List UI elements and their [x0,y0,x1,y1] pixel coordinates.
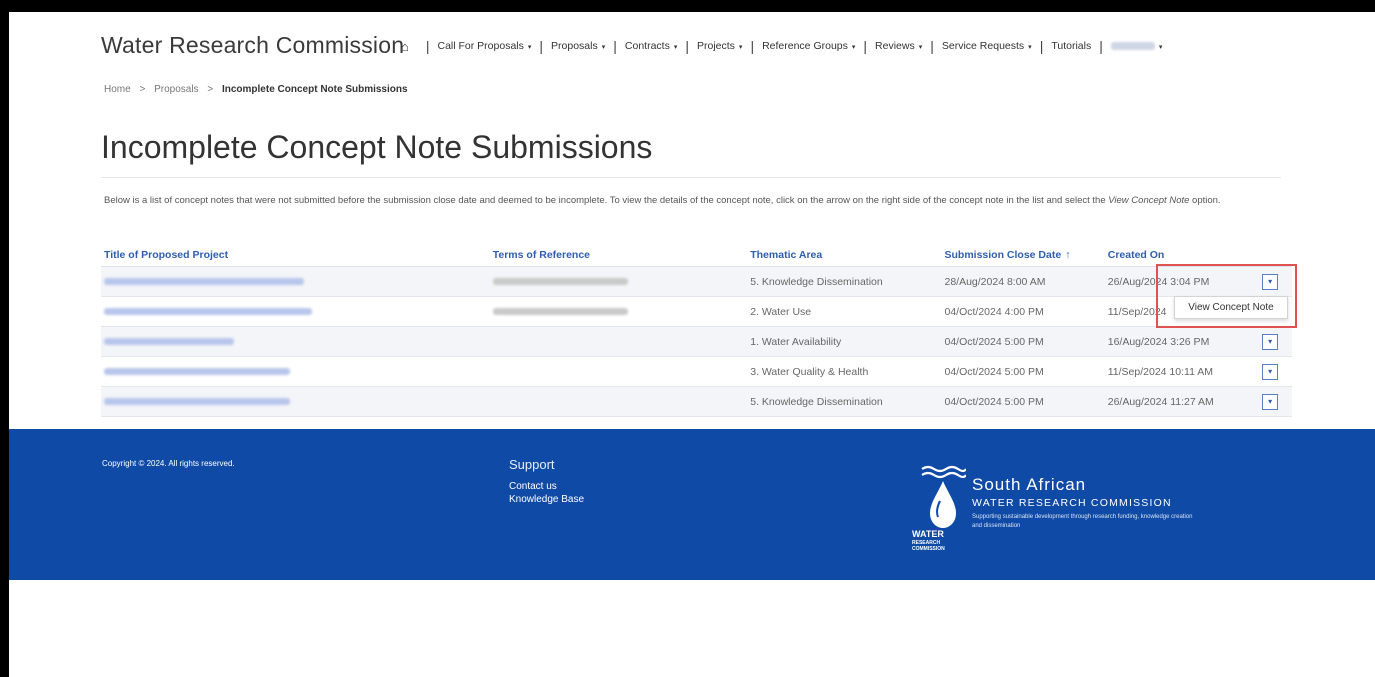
col-title[interactable]: Title of Proposed Project [101,244,490,267]
table-row: 5. Knowledge Dissemination 28/Aug/2024 8… [101,266,1292,297]
breadcrumb-home[interactable]: Home [104,84,131,95]
table-row: 1. Water Availability 04/Oct/2024 5:00 P… [101,326,1292,357]
nav-divider: | [750,38,755,54]
col-terms[interactable]: Terms of Reference [489,244,748,267]
nav-reference-groups[interactable]: Reference Groups ▾ [762,40,855,52]
chevron-down-icon: ▾ [527,44,532,51]
table-header-row: Title of Proposed Project Terms of Refer… [101,244,1292,267]
water-drop-logo-icon [921,465,966,528]
col-thematic[interactable]: Thematic Area [747,244,942,267]
nav-service-requests[interactable]: Service Requests ▾ [942,40,1032,52]
title-divider [101,177,1281,178]
nav-divider: | [613,38,617,54]
terms-of-reference [489,296,748,327]
table-row: 3. Water Quality & Health 04/Oct/2024 5:… [101,356,1292,387]
home-icon[interactable]: ⌂ [401,39,409,54]
close-date: 04/Oct/2024 4:00 PM [941,296,1105,327]
breadcrumb-separator: > [139,84,146,95]
logo-tagline: Supporting sustainable development throu… [972,514,1193,529]
logo-word: WATER [912,529,944,539]
nav-divider: | [539,38,544,54]
nav-contracts[interactable]: Contracts ▾ [625,40,677,52]
table-row: 5. Knowledge Dissemination 04/Oct/2024 5… [101,386,1292,417]
support-heading: Support [509,457,555,472]
project-title-link[interactable] [101,386,490,417]
thematic-area: 5. Knowledge Dissemination [747,386,942,417]
thematic-area: 1. Water Availability [747,326,942,357]
project-title-link[interactable] [101,356,490,387]
created-on: 16/Aug/2024 3:26 PM [1104,326,1260,357]
main-nav: ⌂ | Call For Proposals ▾ | Proposals ▾ | C… [401,38,1162,54]
row-actions: ▾ [1259,326,1292,357]
breadcrumb-proposals[interactable]: Proposals [154,84,198,95]
nav-divider: | [425,38,430,54]
thematic-area: 2. Water Use [747,296,942,327]
contact-us-link[interactable]: Contact us [509,480,584,493]
close-date: 04/Oct/2024 5:00 PM [941,326,1105,357]
sort-ascending-icon: ↑ [1065,249,1071,261]
nav-tutorials[interactable]: Tutorials [1051,40,1091,52]
terms-of-reference [489,266,748,297]
nav-divider: | [930,38,934,54]
page-title: Incomplete Concept Note Submissions [101,129,653,165]
created-on: 11/Sep/2024 10:11 AM [1104,356,1260,387]
chevron-down-icon: ▾ [918,44,923,51]
chevron-down-icon: ▾ [851,44,856,51]
row-dropdown-button[interactable]: ▾ [1262,393,1279,410]
nav-divider: | [1099,38,1103,54]
chevron-down-icon: ▾ [673,44,678,51]
nav-projects[interactable]: Projects ▾ [697,40,742,52]
thematic-area: 3. Water Quality & Health [747,356,942,387]
wrc-logo: South African WATER RESEARCH COMMISSION … [912,463,1192,558]
chevron-down-icon: ▾ [1028,44,1032,51]
close-date: 04/Oct/2024 5:00 PM [941,356,1105,387]
col-close-date[interactable]: Submission Close Date ↑ [941,244,1105,267]
annotation-highlight-box [1156,264,1297,328]
chevron-down-icon: ▾ [1158,44,1163,51]
site-brand[interactable]: Water Research Commission [101,32,404,59]
intro-text: Below is a list of concept notes that we… [104,195,1221,206]
table-row: 2. Water Use 04/Oct/2024 4:00 PM 11/Sep/… [101,296,1292,327]
concept-notes-table: Title of Proposed Project Terms of Refer… [101,244,1292,417]
project-title-link[interactable] [101,326,490,357]
nav-divider: | [1039,38,1044,54]
nav-reviews[interactable]: Reviews ▾ [875,40,922,52]
project-title-link[interactable] [101,296,490,327]
row-actions: ▾ [1259,356,1292,387]
row-dropdown-button[interactable]: ▾ [1262,333,1279,350]
breadcrumb: Home > Proposals > Incomplete Concept No… [104,84,408,95]
nav-divider: | [685,38,689,54]
nav-proposals[interactable]: Proposals ▾ [551,40,605,52]
close-date: 28/Aug/2024 8:00 AM [941,266,1105,297]
terms-of-reference [489,356,748,387]
terms-of-reference [489,386,748,417]
copyright-text: Copyright © 2024. All rights reserved. [102,459,235,468]
created-on: 26/Aug/2024 11:27 AM [1104,386,1260,417]
user-name-redacted [1110,42,1155,51]
project-title-link[interactable] [101,266,490,297]
thematic-area: 5. Knowledge Dissemination [747,266,942,297]
chevron-down-icon: ▾ [738,44,743,51]
user-menu[interactable]: ▾ [1110,40,1163,52]
site-footer: Copyright © 2024. All rights reserved. S… [9,429,1375,580]
breadcrumb-separator: > [207,84,214,95]
breadcrumb-current: Incomplete Concept Note Submissions [221,84,408,95]
logo-title: South African [972,475,1087,494]
browser-frame: Water Research Commission ⌂ | Call For P… [9,12,1375,677]
nav-call-for-proposals[interactable]: Call For Proposals ▾ [438,40,532,52]
logo-word-sub: RESEARCH COMMISSION [912,540,945,552]
terms-of-reference [489,326,748,357]
close-date: 04/Oct/2024 5:00 PM [941,386,1105,417]
row-dropdown-button[interactable]: ▾ [1262,363,1279,380]
logo-subtitle: WATER RESEARCH COMMISSION [972,497,1172,509]
chevron-down-icon: ▾ [601,44,606,51]
support-section: Support Contact us Knowledge Base [509,457,584,506]
nav-divider: | [863,38,868,54]
row-actions: ▾ [1259,386,1292,417]
knowledge-base-link[interactable]: Knowledge Base [509,493,584,506]
